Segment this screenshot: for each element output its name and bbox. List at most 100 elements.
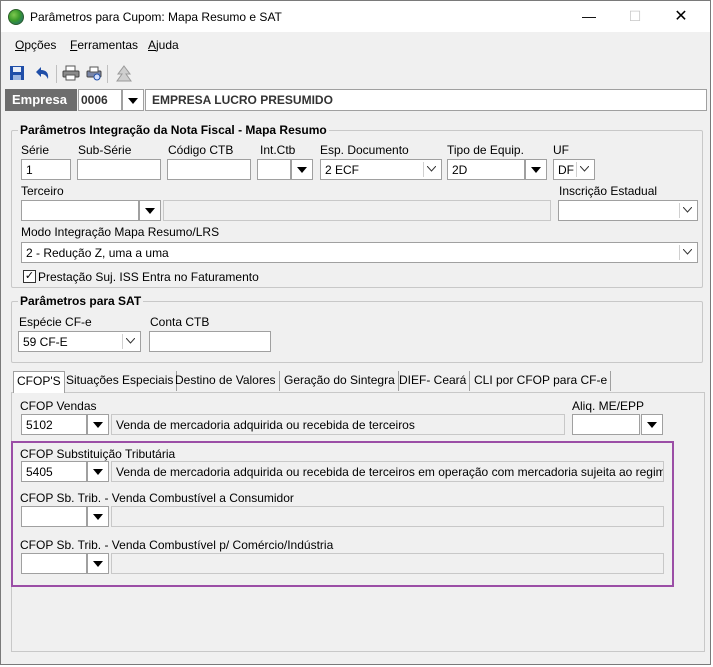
- undo-icon[interactable]: [33, 65, 51, 83]
- menu-opcoes[interactable]: Opções: [15, 38, 56, 52]
- empresa-name-field: EMPRESA LUCRO PRESUMIDO: [145, 89, 707, 111]
- inscricao-estadual-label: Inscrição Estadual: [559, 184, 658, 198]
- aliq-me-epp-dropdown-button[interactable]: [641, 414, 663, 435]
- chevron-down-icon: [531, 167, 541, 173]
- cfop-vendas-dropdown-button[interactable]: [87, 414, 109, 435]
- chevron-down-icon: [93, 469, 103, 475]
- especie-cfe-value: 59 CF-E: [23, 335, 68, 349]
- maximize-button[interactable]: ☐: [612, 1, 658, 32]
- tree-icon[interactable]: [115, 65, 133, 83]
- save-icon[interactable]: [9, 65, 27, 83]
- chevron-down-icon: [145, 208, 155, 214]
- serie-input[interactable]: 1: [21, 159, 71, 180]
- esp-documento-value: 2 ECF: [325, 163, 360, 177]
- cfop-comb-comercio-input[interactable]: [21, 553, 87, 574]
- window-title: Parâmetros para Cupom: Mapa Resumo e SAT: [30, 10, 282, 24]
- cfop-comb-consumidor-description: [111, 506, 664, 527]
- especie-cfe-select[interactable]: 59 CF-E: [18, 331, 141, 352]
- close-button[interactable]: ✕: [658, 1, 704, 32]
- int-ctb-dropdown-button[interactable]: [291, 159, 313, 180]
- tab-dief-ceara[interactable]: DIEF- Ceará: [396, 371, 471, 391]
- menu-ajuda[interactable]: Ajuda: [148, 38, 179, 52]
- chevron-down-icon: [128, 98, 138, 104]
- chevron-down-icon: [679, 203, 695, 218]
- cfop-subst-description: Venda de mercadoria adquirida ou recebid…: [111, 461, 664, 482]
- chevron-down-icon: [297, 167, 307, 173]
- toolbar-separator: [56, 65, 57, 83]
- conta-ctb-input[interactable]: [149, 331, 271, 352]
- chevron-down-icon: [576, 162, 592, 177]
- sat-title: Parâmetros para SAT: [18, 294, 144, 308]
- esp-documento-select[interactable]: 2 ECF: [320, 159, 442, 180]
- modo-integracao-label: Modo Integração Mapa Resumo/LRS: [21, 225, 220, 239]
- uf-select[interactable]: DF: [553, 159, 595, 180]
- title-bar: Parâmetros para Cupom: Mapa Resumo e SAT…: [1, 1, 710, 32]
- int-ctb-label: Int.Ctb: [260, 143, 296, 157]
- menu-ajuda-label: juda: [156, 38, 179, 52]
- menu-ajuda-accel: A: [148, 38, 157, 52]
- cfop-comb-comercio-label: CFOP Sb. Trib. - Venda Combustível p/ Co…: [20, 538, 334, 552]
- tab-geracao-do-sintegra[interactable]: Geração do Sintegra: [281, 371, 399, 391]
- tipo-equip-input[interactable]: 2D: [447, 159, 525, 180]
- iss-checkbox-label: Prestação Suj. ISS Entra no Faturamento: [38, 270, 259, 284]
- empresa-label: Empresa: [5, 89, 77, 111]
- menu-ferramentas[interactable]: Ferramentas: [70, 38, 138, 52]
- chevron-down-icon: [679, 245, 695, 260]
- menu-opcoes-label: pções: [24, 38, 57, 52]
- menu-bar: Opções Ferramentas Ajuda: [1, 32, 710, 60]
- chevron-down-icon: [122, 334, 138, 349]
- cfop-comb-consumidor-input[interactable]: [21, 506, 87, 527]
- uf-label: UF: [553, 143, 569, 157]
- mapa-resumo-title: Parâmetros Integração da Nota Fiscal - M…: [18, 123, 329, 137]
- tab-situacoes-especiais[interactable]: Situações Especiais: [63, 371, 178, 391]
- inscricao-estadual-select[interactable]: [558, 200, 698, 221]
- app-icon: [8, 9, 24, 25]
- cfop-subst-label: CFOP Substituição Tributária: [20, 447, 176, 461]
- modo-integracao-select[interactable]: 2 - Redução Z, uma a uma: [21, 242, 698, 263]
- print-icon[interactable]: [62, 65, 80, 83]
- conta-ctb-label: Conta CTB: [150, 315, 210, 329]
- chevron-down-icon: [423, 162, 439, 177]
- esp-documento-label: Esp. Documento: [320, 143, 409, 157]
- empresa-row: Empresa 0006 EMPRESA LUCRO PRESUMIDO: [5, 89, 707, 113]
- minimize-button[interactable]: —: [566, 1, 612, 32]
- empresa-dropdown-button[interactable]: [122, 89, 144, 111]
- cfop-subst-dropdown-button[interactable]: [87, 461, 109, 482]
- chevron-down-icon: [93, 561, 103, 567]
- terceiro-dropdown-button[interactable]: [139, 200, 161, 221]
- codigo-ctb-input[interactable]: [167, 159, 251, 180]
- chevron-down-icon: [93, 422, 103, 428]
- tab-cfops[interactable]: CFOP'S: [13, 371, 65, 393]
- cfop-subst-input[interactable]: 5405: [21, 461, 87, 482]
- menu-opcoes-accel: O: [15, 38, 25, 52]
- toolbar: [1, 61, 710, 87]
- menu-ferramentas-label: erramentas: [77, 38, 139, 52]
- aliq-me-epp-input[interactable]: [572, 414, 640, 435]
- uf-value: DF: [558, 163, 574, 177]
- subserie-input[interactable]: [77, 159, 161, 180]
- cfop-comb-comercio-dropdown-button[interactable]: [87, 553, 109, 574]
- tipo-equip-label: Tipo de Equip.: [447, 143, 524, 157]
- cfop-comb-consumidor-dropdown-button[interactable]: [87, 506, 109, 527]
- tab-cli-por-cfop[interactable]: CLI por CFOP para CF-e: [471, 371, 612, 391]
- terceiro-name-field: [163, 200, 551, 221]
- tab-destino-de-valores[interactable]: Destino de Valores: [172, 371, 280, 391]
- terceiro-label: Terceiro: [21, 184, 64, 198]
- int-ctb-input[interactable]: [257, 159, 291, 180]
- tipo-equip-dropdown-button[interactable]: [525, 159, 547, 180]
- cfop-vendas-label: CFOP Vendas: [20, 399, 97, 413]
- terceiro-input[interactable]: [21, 200, 139, 221]
- subserie-label: Sub-Série: [78, 143, 132, 157]
- toolbar-separator: [107, 65, 108, 83]
- print-preview-icon[interactable]: [85, 65, 103, 83]
- main-window: Parâmetros para Cupom: Mapa Resumo e SAT…: [0, 0, 711, 665]
- cfop-vendas-input[interactable]: 5102: [21, 414, 87, 435]
- cfop-comb-consumidor-label: CFOP Sb. Trib. - Venda Combustível a Con…: [20, 491, 294, 505]
- modo-integracao-value: 2 - Redução Z, uma a uma: [26, 246, 169, 260]
- empresa-code-field[interactable]: 0006: [78, 89, 122, 111]
- chevron-down-icon: [93, 514, 103, 520]
- cfop-comb-comercio-description: [111, 553, 664, 574]
- iss-checkbox[interactable]: ✓: [23, 270, 36, 283]
- codigo-ctb-label: Código CTB: [168, 143, 234, 157]
- serie-label: Série: [21, 143, 50, 157]
